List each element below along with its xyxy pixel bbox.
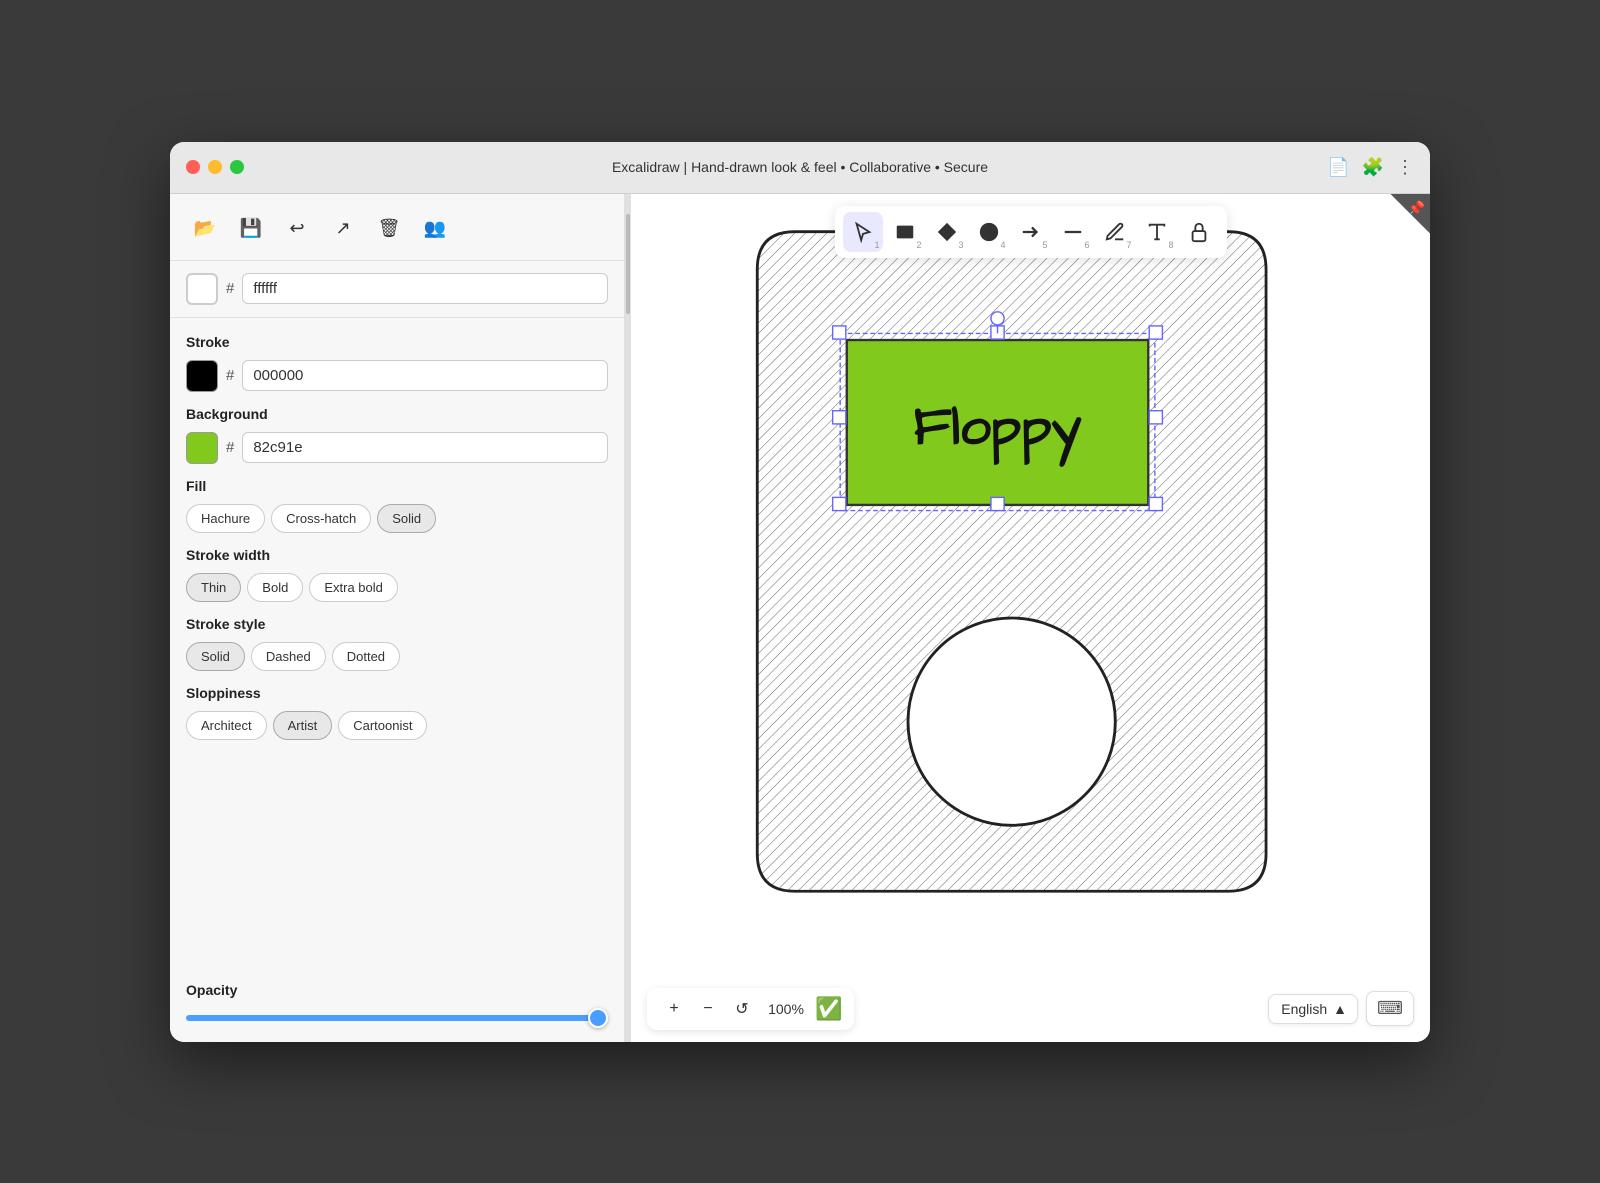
sloppiness-architect-btn[interactable]: Architect	[186, 711, 267, 740]
stroke-solid-btn[interactable]: Solid	[186, 642, 245, 671]
delete-button[interactable]: 🗑	[370, 210, 408, 248]
window-title: Excalidraw | Hand-drawn look & feel • Co…	[612, 159, 988, 175]
sloppiness-artist-btn[interactable]: Artist	[273, 711, 333, 740]
fill-crosshatch-btn[interactable]: Cross-hatch	[271, 504, 371, 533]
fill-label: Fill	[186, 478, 608, 494]
opacity-section: Opacity	[170, 982, 624, 1042]
titlebar: Excalidraw | Hand-drawn look & feel • Co…	[170, 142, 1430, 194]
sloppiness-label: Sloppiness	[186, 685, 608, 701]
open-button[interactable]: 📂	[186, 210, 224, 248]
stroke-row: # 000000	[186, 360, 608, 392]
fill-solid-btn[interactable]: Solid	[377, 504, 436, 533]
scrollbar-thumb	[626, 214, 630, 314]
background-color-swatch[interactable]	[186, 273, 218, 305]
more-icon[interactable]: ⋮	[1396, 157, 1414, 178]
chevron-up-icon: ▲	[1333, 1001, 1347, 1017]
right-controls: English ▲ ⌨	[1268, 991, 1414, 1026]
drawing-toolbar: 1 2 3	[835, 206, 1227, 258]
language-selector[interactable]: English ▲	[1268, 994, 1358, 1024]
bottom-bar: + − ↺ 100% ✅ English ▲ ⌨	[631, 988, 1430, 1030]
traffic-lights	[186, 160, 244, 174]
arrow-tool-btn[interactable]: 5	[1011, 212, 1051, 252]
color-input[interactable]: ffffff	[242, 273, 608, 304]
sloppiness-options: Architect Artist Cartoonist	[186, 711, 608, 740]
new-file-icon[interactable]: 📄	[1327, 157, 1349, 178]
stroke-width-options: Thin Bold Extra bold	[186, 573, 608, 602]
stroke-style-label: Stroke style	[186, 616, 608, 632]
select-tool-btn[interactable]: 1	[843, 212, 883, 252]
hash-symbol-bg: #	[226, 439, 234, 456]
stroke-dotted-btn[interactable]: Dotted	[332, 642, 400, 671]
background-color-swatch-green[interactable]	[186, 432, 218, 464]
canvas-drawing: Floppy	[631, 194, 1430, 1042]
hash-symbol: #	[226, 280, 234, 297]
stroke-width-label: Stroke width	[186, 547, 608, 563]
save-button[interactable]: 💾	[232, 210, 270, 248]
lock-tool-btn[interactable]	[1179, 212, 1219, 252]
save-badge: ✅	[815, 996, 842, 1022]
titlebar-actions: 📄 🧩 ⋮	[1327, 157, 1414, 178]
ellipse-tool-btn[interactable]: 4	[969, 212, 1009, 252]
users-button[interactable]: 👥	[416, 210, 454, 248]
maximize-button[interactable]	[230, 160, 244, 174]
line-tool-btn[interactable]: 6	[1053, 212, 1093, 252]
stroke-bold-btn[interactable]: Bold	[247, 573, 303, 602]
stroke-thin-btn[interactable]: Thin	[186, 573, 241, 602]
svg-text:Floppy: Floppy	[914, 390, 1082, 467]
app-window: Excalidraw | Hand-drawn look & feel • Co…	[170, 142, 1430, 1042]
stroke-extra-bold-btn[interactable]: Extra bold	[309, 573, 398, 602]
properties-section: Stroke # 000000 Background # 82c91e Fill…	[170, 318, 624, 982]
fill-options: Hachure Cross-hatch Solid	[186, 504, 608, 533]
language-label: English	[1281, 1001, 1327, 1017]
diamond-tool-btn[interactable]: 3	[927, 212, 967, 252]
zoom-in-btn[interactable]: +	[659, 994, 689, 1024]
zoom-controls: + − ↺ 100% ✅	[647, 988, 854, 1030]
rectangle-tool-btn[interactable]: 2	[885, 212, 925, 252]
sidebar-toolbar: 📂 💾 ↩ ↗ 🗑 👥	[170, 194, 624, 261]
stroke-color-swatch[interactable]	[186, 360, 218, 392]
canvas-area[interactable]: 📌 1 2	[631, 194, 1430, 1042]
fill-hachure-btn[interactable]: Hachure	[186, 504, 265, 533]
keyboard-btn[interactable]: ⌨	[1366, 991, 1414, 1026]
stroke-dashed-btn[interactable]: Dashed	[251, 642, 326, 671]
background-label: Background	[186, 406, 608, 422]
background-color-input[interactable]: 82c91e	[242, 432, 608, 463]
text-tool-btn[interactable]: 8	[1137, 212, 1177, 252]
app-body: 📂 💾 ↩ ↗ 🗑 👥 # ffffff Stroke	[170, 194, 1430, 1042]
sidebar: 📂 💾 ↩ ↗ 🗑 👥 # ffffff Stroke	[170, 194, 625, 1042]
zoom-level: 100%	[761, 1001, 811, 1017]
undo-button[interactable]: ↩	[278, 210, 316, 248]
opacity-label: Opacity	[186, 982, 608, 998]
minimize-button[interactable]	[208, 160, 222, 174]
hash-symbol-stroke: #	[226, 367, 234, 384]
sloppiness-cartoonist-btn[interactable]: Cartoonist	[338, 711, 427, 740]
stroke-label: Stroke	[186, 334, 608, 350]
stroke-style-options: Solid Dashed Dotted	[186, 642, 608, 671]
close-button[interactable]	[186, 160, 200, 174]
stroke-color-input[interactable]: 000000	[242, 360, 608, 391]
color-section: # ffffff	[170, 261, 624, 318]
zoom-out-btn[interactable]: −	[693, 994, 723, 1024]
pencil-tool-btn[interactable]: 7	[1095, 212, 1135, 252]
puzzle-icon[interactable]: 🧩	[1362, 157, 1384, 178]
zoom-reset-btn[interactable]: ↺	[727, 994, 757, 1024]
color-row: # ffffff	[186, 273, 608, 305]
background-row: # 82c91e	[186, 432, 608, 464]
opacity-slider[interactable]	[186, 1015, 608, 1021]
export-button[interactable]: ↗	[324, 210, 362, 248]
